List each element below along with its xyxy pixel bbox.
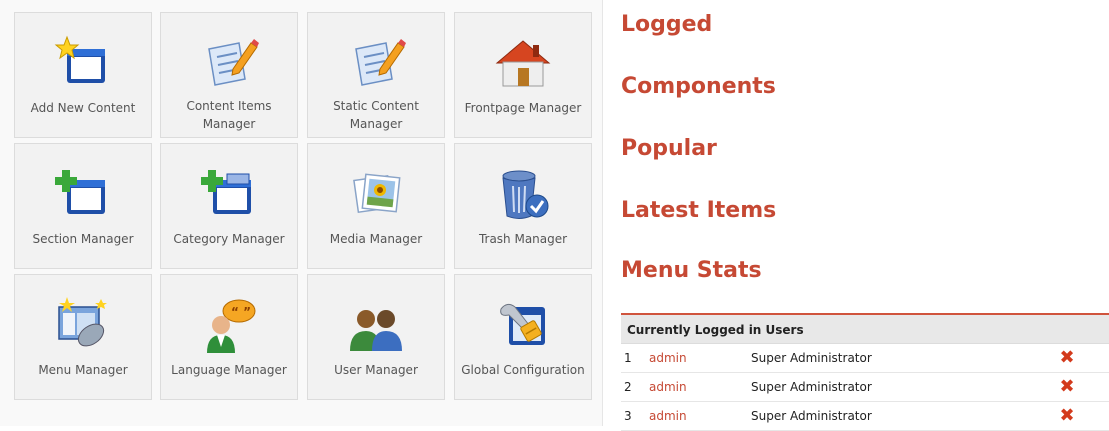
table-row: 2 admin Super Administrator ✖ [621, 373, 1109, 402]
username-link[interactable]: admin [649, 344, 687, 372]
tile-menu-manager[interactable]: Menu Manager [14, 274, 152, 400]
tile-category-manager[interactable]: Category Manager [160, 143, 298, 269]
control-panel: Add New Content Content Items Manager St… [0, 0, 603, 426]
table-row: 3 admin Super Administrator ✖ [621, 402, 1109, 431]
logged-users-table: Currently Logged in Users 1 admin Super … [621, 313, 1109, 431]
tile-label: Language Manager [171, 363, 287, 377]
modules-panel: Logged Components Popular Latest Items M… [621, 0, 1109, 431]
tile-label: Frontpage Manager [464, 101, 582, 115]
tile-frontpage-manager[interactable]: Frontpage Manager [454, 12, 592, 138]
svg-text:“ ”: “ ” [231, 305, 251, 319]
global-config-icon [500, 303, 545, 345]
tile-add-new-content[interactable]: Add New Content [14, 12, 152, 138]
trash-icon [502, 170, 549, 219]
module-components-heading[interactable]: Components [621, 74, 776, 99]
tile-trash-manager[interactable]: Trash Manager [454, 143, 592, 269]
logout-user-icon[interactable]: ✖ [1059, 344, 1075, 372]
tile-label: Media Manager [329, 232, 423, 246]
tile-media-manager[interactable]: Media Manager [307, 143, 445, 269]
frontpage-icon [495, 40, 551, 87]
tile-section-manager[interactable]: Section Manager [14, 143, 152, 269]
tile-label: Trash Manager [478, 232, 568, 246]
logout-user-icon[interactable]: ✖ [1059, 373, 1075, 401]
tile-label: Category Manager [173, 232, 285, 246]
section-icon [55, 170, 105, 214]
tile-label: Add New Content [30, 101, 136, 115]
tile-label: User Manager [334, 363, 418, 377]
row-number: 1 [624, 351, 632, 365]
user-role: Super Administrator [751, 351, 872, 365]
language-icon: “ ” [207, 299, 256, 353]
tile-label: Menu Manager [38, 363, 128, 377]
tile-label: Global Configuration [461, 363, 585, 377]
tile-user-manager[interactable]: User Manager [307, 274, 445, 400]
user-icon [350, 310, 402, 351]
tile-content-items-manager[interactable]: Content Items Manager [160, 12, 298, 138]
username-link[interactable]: admin [649, 373, 687, 401]
content-items-icon [208, 39, 259, 86]
category-icon [201, 170, 251, 214]
tile-label: Section Manager [32, 232, 134, 246]
tile-static-content-manager[interactable]: Static Content Manager [307, 12, 445, 138]
add-content-icon [54, 35, 105, 83]
row-number: 2 [624, 380, 632, 394]
static-content-icon [355, 39, 406, 86]
module-menu-stats-heading[interactable]: Menu Stats [621, 258, 762, 283]
table-header: Currently Logged in Users [621, 315, 1109, 344]
user-role: Super Administrator [751, 380, 872, 394]
media-icon [353, 173, 401, 214]
table-row: 1 admin Super Administrator ✖ [621, 344, 1109, 373]
menu-icon [58, 297, 107, 347]
tile-global-configuration[interactable]: Global Configuration [454, 274, 592, 400]
module-popular-heading[interactable]: Popular [621, 136, 717, 161]
tile-label: Content Items Manager [186, 99, 272, 131]
module-logged-heading[interactable]: Logged [621, 12, 712, 37]
tile-label: Static Content Manager [333, 99, 419, 131]
tile-language-manager[interactable]: “ ” Language Manager [160, 274, 298, 400]
module-latest-items-heading[interactable]: Latest Items [621, 198, 776, 223]
